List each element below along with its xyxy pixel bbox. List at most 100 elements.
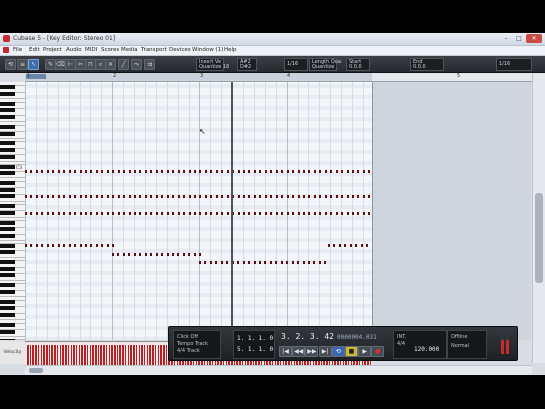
black-key[interactable]: [0, 283, 15, 288]
midi-note[interactable]: [264, 195, 267, 198]
midi-note[interactable]: [324, 212, 327, 215]
midi-note[interactable]: [79, 170, 82, 173]
midi-note[interactable]: [35, 170, 38, 173]
velocity-bar[interactable]: [86, 345, 89, 365]
black-key[interactable]: [0, 148, 15, 152]
midi-note[interactable]: [264, 261, 267, 264]
line-button[interactable]: ╱: [118, 59, 129, 70]
velocity-bar[interactable]: [130, 345, 132, 365]
midi-note[interactable]: [188, 170, 191, 173]
midi-note[interactable]: [341, 195, 344, 198]
midi-note[interactable]: [248, 195, 251, 198]
midi-note[interactable]: [215, 195, 218, 198]
insert-velocity-field[interactable]: Insert Ve Quantize 16: [196, 58, 229, 71]
white-key[interactable]: [0, 160, 25, 162]
record-mode[interactable]: Normal: [451, 343, 469, 349]
midi-note[interactable]: [302, 195, 305, 198]
midi-note[interactable]: [68, 170, 71, 173]
stop-button[interactable]: ■: [345, 346, 358, 357]
midi-note[interactable]: [112, 212, 115, 215]
midi-note[interactable]: [313, 195, 316, 198]
midi-note[interactable]: [117, 253, 120, 256]
midi-note[interactable]: [95, 212, 98, 215]
midi-note[interactable]: [106, 244, 109, 247]
velocity-bar[interactable]: [119, 345, 121, 365]
black-key[interactable]: [0, 154, 15, 159]
midi-note[interactable]: [199, 170, 202, 173]
click-status[interactable]: Click Off: [177, 334, 198, 340]
midi-note[interactable]: [286, 212, 289, 215]
app-menu-icon[interactable]: [3, 47, 9, 53]
midi-note[interactable]: [243, 195, 245, 198]
midi-note[interactable]: [128, 170, 131, 173]
black-key[interactable]: [0, 329, 15, 334]
midi-note[interactable]: [349, 244, 352, 247]
midi-note[interactable]: [346, 212, 349, 215]
midi-note[interactable]: [292, 195, 295, 198]
midi-note[interactable]: [344, 244, 347, 247]
velocity-bar[interactable]: [135, 345, 138, 365]
velocity-bar[interactable]: [40, 345, 43, 365]
midi-note[interactable]: [177, 212, 180, 215]
midi-note[interactable]: [84, 244, 87, 247]
midi-note[interactable]: [150, 212, 153, 215]
midi-note[interactable]: [166, 170, 169, 173]
midi-note[interactable]: [313, 261, 316, 264]
midi-note[interactable]: [139, 253, 142, 256]
midi-note[interactable]: [106, 170, 109, 173]
midi-note[interactable]: [324, 195, 327, 198]
midi-note[interactable]: [90, 195, 93, 198]
menu-devices[interactable]: Devices: [169, 46, 191, 55]
black-key[interactable]: [0, 233, 15, 238]
midi-note[interactable]: [134, 195, 136, 198]
midi-note[interactable]: [199, 195, 202, 198]
midi-note[interactable]: [46, 195, 49, 198]
maximize-button[interactable]: □: [513, 34, 525, 43]
midi-note[interactable]: [319, 170, 322, 173]
velocity-bar[interactable]: [105, 345, 108, 365]
time-warp-button[interactable]: ⤳: [131, 59, 142, 70]
midi-note[interactable]: [221, 170, 224, 173]
midi-note[interactable]: [221, 195, 224, 198]
midi-note[interactable]: [335, 195, 338, 198]
midi-note[interactable]: [341, 212, 344, 215]
midi-note[interactable]: [338, 244, 341, 247]
midi-note[interactable]: [95, 244, 98, 247]
midi-note[interactable]: [84, 212, 87, 215]
black-key[interactable]: [0, 210, 15, 215]
midi-note[interactable]: [134, 170, 136, 173]
midi-note[interactable]: [139, 170, 142, 173]
midi-note[interactable]: [302, 170, 305, 173]
midi-note[interactable]: [297, 170, 300, 173]
snap-type-field[interactable]: 1/16: [496, 58, 532, 71]
midi-note[interactable]: [292, 212, 295, 215]
menu-midi[interactable]: MIDI: [85, 46, 97, 55]
midi-note[interactable]: [319, 195, 322, 198]
black-key[interactable]: [0, 124, 15, 129]
midi-note[interactable]: [74, 195, 77, 198]
auto-scroll-button[interactable]: ⇉: [144, 59, 155, 70]
midi-note[interactable]: [248, 261, 251, 264]
midi-note[interactable]: [133, 253, 136, 256]
black-key[interactable]: [0, 266, 15, 271]
midi-note[interactable]: [46, 170, 49, 173]
velocity-bar[interactable]: [43, 345, 45, 365]
midi-note[interactable]: [237, 170, 240, 173]
midi-note[interactable]: [95, 170, 98, 173]
midi-note[interactable]: [259, 212, 262, 215]
menu-transport[interactable]: Transport: [141, 46, 167, 55]
midi-note[interactable]: [270, 170, 273, 173]
velocity-bar[interactable]: [143, 345, 146, 365]
midi-note[interactable]: [204, 170, 207, 173]
midi-note[interactable]: [366, 244, 369, 247]
midi-note[interactable]: [215, 261, 218, 264]
midi-note[interactable]: [41, 244, 44, 247]
midi-note[interactable]: [35, 195, 38, 198]
midi-note[interactable]: [333, 244, 336, 247]
midi-note[interactable]: [177, 253, 180, 256]
midi-note[interactable]: [237, 212, 240, 215]
midi-note[interactable]: [123, 195, 126, 198]
midi-note[interactable]: [209, 261, 212, 264]
midi-note[interactable]: [84, 170, 87, 173]
velocity-bar[interactable]: [114, 345, 116, 365]
